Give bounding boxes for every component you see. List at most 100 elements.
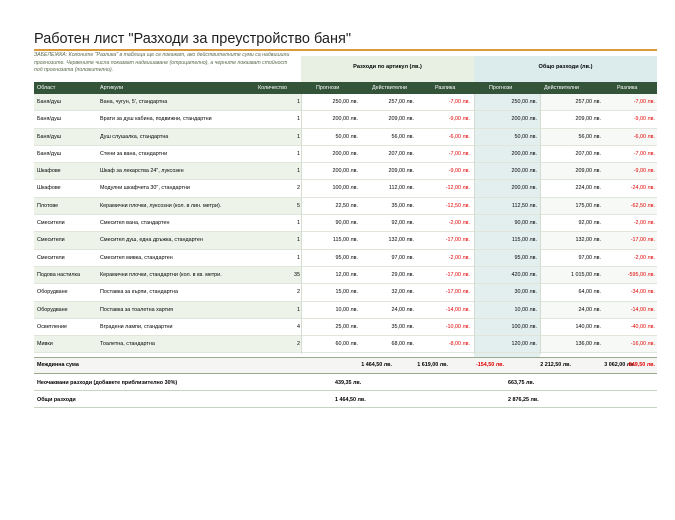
cell-total-projected: 200,00 лв. — [511, 150, 538, 157]
cell-quantity[interactable]: 1 — [270, 163, 300, 179]
group-header-per-item: Разходи по артикул (лв.) — [301, 56, 474, 82]
cell-quantity[interactable]: 35 — [270, 267, 300, 283]
group-header-total: Общо разходи (лв.) — [474, 56, 657, 82]
cell-quantity[interactable]: 2 — [270, 284, 300, 300]
cell-actual[interactable]: 257,00 лв. — [364, 94, 415, 110]
cell-total-actual: 175,00 лв. — [575, 202, 602, 209]
col-header-act[interactable]: Действителни — [372, 82, 407, 94]
cell-quantity[interactable]: 1 — [270, 302, 300, 318]
cell-actual[interactable]: 132,00 лв. — [364, 232, 415, 248]
cell-total-difference: -2,00 лв. — [633, 220, 655, 227]
cell-quantity[interactable]: 1 — [270, 215, 300, 231]
col-header-tproj[interactable]: Прогнози — [489, 82, 512, 94]
cell-area: Смесители — [37, 254, 65, 261]
cell-projected[interactable]: 115,00 лв. — [308, 232, 358, 248]
subtotal-proj[interactable]: 1 464,50 лв. — [342, 358, 392, 372]
subtotal-diff[interactable]: -154,50 лв. — [453, 358, 504, 372]
cell-area: Смесители — [37, 220, 65, 227]
cell-item: Смесител вана, стандартен — [100, 220, 170, 227]
cell-quantity[interactable]: 1 — [270, 232, 300, 248]
column-divider — [540, 94, 541, 354]
cell-projected[interactable]: 12,00 лв. — [308, 267, 359, 283]
col-header-qty[interactable]: Количество — [258, 82, 287, 94]
cell-projected[interactable]: 95,00 лв. — [308, 250, 359, 266]
cell-difference: -7,00 лв. — [448, 150, 470, 157]
table-header: Област Артикули Количество Прогнози Дейс… — [34, 82, 657, 94]
cell-difference: -2,00 лв. — [448, 220, 470, 227]
col-header-proj[interactable]: Прогнози — [316, 82, 339, 94]
cell-projected[interactable]: 200,00 лв. — [308, 146, 359, 162]
cell-projected[interactable]: 60,00 лв. — [308, 336, 359, 352]
cell-actual[interactable]: 35,00 лв. — [364, 319, 415, 335]
cell-actual[interactable]: 29,00 лв. — [364, 267, 415, 283]
cell-projected[interactable]: 10,00 лв. — [308, 302, 359, 318]
cell-quantity[interactable]: 1 — [270, 129, 300, 145]
cell-projected[interactable]: 90,00 лв. — [308, 215, 359, 231]
cell-item: Поставка за кърпи, стандартна — [100, 289, 178, 296]
cell-actual[interactable]: 92,00 лв. — [364, 215, 415, 231]
cell-item: Тоалетна, стандартна — [100, 341, 155, 348]
subtotal-tdiff[interactable]: -849,50 лв. — [604, 358, 655, 372]
cell-actual[interactable]: 207,00 лв. — [364, 146, 415, 162]
table-row: Оборудване Поставка за кърпи, стандартна 2… — [34, 284, 657, 302]
cell-difference: -17,00 лв. — [445, 271, 470, 278]
cell-total-projected: 100,00 лв. — [511, 323, 538, 330]
cell-projected[interactable]: 250,00 лв. — [308, 94, 359, 110]
unexpected-proj[interactable]: 439,35 лв. — [335, 376, 361, 390]
cell-actual[interactable]: 32,00 лв. — [364, 284, 415, 300]
cell-projected[interactable]: 200,00 лв. — [308, 111, 359, 127]
cell-actual[interactable]: 209,00 лв. — [364, 111, 415, 127]
subtotal-act[interactable]: 1 619,00 лв. — [398, 358, 448, 372]
cell-quantity[interactable]: 5 — [270, 198, 300, 214]
cell-quantity[interactable]: 1 — [270, 111, 300, 127]
cell-actual[interactable]: 68,00 лв. — [364, 336, 415, 352]
cell-total-projected: 200,00 лв. — [511, 116, 538, 123]
cell-item: Керамични плочки, луксозни (кол. в лин. … — [100, 202, 222, 209]
cell-projected[interactable]: 100,00 лв. — [308, 180, 359, 196]
cell-projected[interactable]: 22,50 лв. — [308, 198, 359, 214]
subtotal-tproj[interactable]: 2 212,50 лв. — [513, 358, 571, 372]
cell-total-projected: 250,00 лв. — [511, 99, 538, 105]
cell-difference: -9,00 лв. — [448, 168, 470, 175]
cell-projected[interactable]: 50,00 лв. — [308, 129, 359, 145]
cell-total-projected: 200,00 лв. — [511, 168, 538, 175]
col-header-tact[interactable]: Действителни — [544, 82, 579, 94]
cell-total-actual: 257,00 лв. — [575, 99, 602, 105]
cell-total-actual: 209,00 лв. — [575, 116, 602, 123]
total-proj[interactable]: 1 464,50 лв. — [335, 393, 366, 407]
cell-actual[interactable]: 112,00 лв. — [364, 180, 414, 196]
cell-area: Мивки — [37, 341, 53, 348]
cell-total-actual: 132,00 лв. — [575, 237, 602, 244]
cell-item: Керамични плочки, стандартни (кол. в кв.… — [100, 271, 222, 278]
cell-item: Модулни шкафчета 30", стандартни — [100, 185, 190, 192]
cell-total-projected: 95,00 лв. — [514, 254, 538, 261]
cell-quantity[interactable]: 4 — [270, 319, 300, 335]
cell-actual[interactable]: 35,00 лв. — [364, 198, 415, 214]
cell-item: Смесител душ, една дръжка, стандартен — [100, 237, 203, 244]
col-header-area[interactable]: Област — [37, 82, 55, 94]
cell-actual[interactable]: 56,00 лв. — [364, 129, 415, 145]
table-row: Баня/душ Душ слушалка, стандартна 1 50,00 л… — [34, 128, 657, 146]
cell-total-difference: -34,00 лв. — [630, 289, 655, 296]
table-row: Шкафове Шкаф за лекарства 24", луксозен 1 2… — [34, 163, 657, 181]
cell-quantity[interactable]: 2 — [270, 180, 300, 196]
col-header-diff[interactable]: Разлика — [435, 82, 455, 94]
cell-actual[interactable]: 97,00 лв. — [364, 250, 415, 266]
col-header-item[interactable]: Артикули — [100, 82, 123, 94]
cell-quantity[interactable]: 1 — [270, 250, 300, 266]
unexpected-tproj[interactable]: 663,75 лв. — [508, 376, 534, 390]
cell-quantity[interactable]: 1 — [270, 94, 300, 110]
cell-difference: -6,00 лв. — [448, 133, 470, 140]
total-tproj[interactable]: 2 876,25 лв. — [508, 393, 539, 407]
cell-quantity[interactable]: 1 — [270, 146, 300, 162]
cell-total-projected: 200,00 лв. — [511, 185, 538, 192]
cell-quantity[interactable]: 2 — [270, 336, 300, 352]
col-header-tdiff[interactable]: Разлика — [617, 82, 637, 94]
cell-actual[interactable]: 24,00 лв. — [364, 302, 415, 318]
cell-difference: -14,00 лв. — [445, 306, 470, 313]
cell-actual[interactable]: 209,00 лв. — [364, 163, 415, 179]
cell-projected[interactable]: 25,00 лв. — [308, 319, 359, 335]
cell-projected[interactable]: 200,00 лв. — [308, 163, 359, 179]
cell-projected[interactable]: 15,00 лв. — [308, 284, 359, 300]
cell-difference: -8,00 лв. — [448, 341, 470, 348]
